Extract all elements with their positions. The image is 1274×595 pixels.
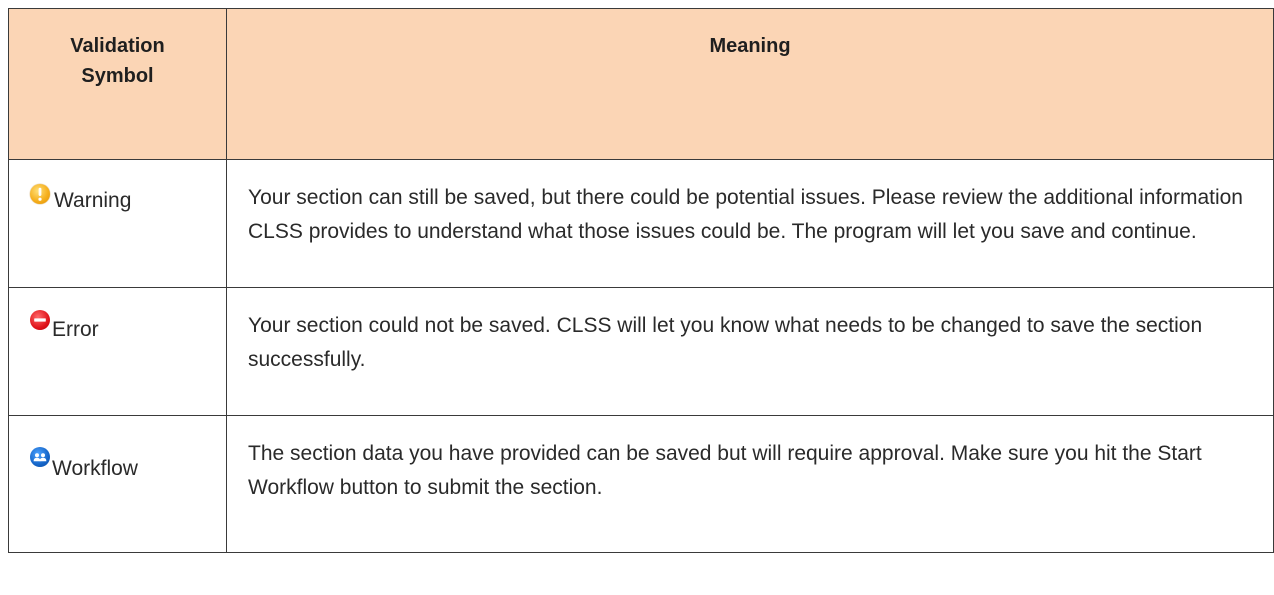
table-header-row: Validation Symbol Meaning: [8, 8, 1274, 160]
symbol-warning: Warning: [30, 184, 131, 213]
header-meaning: Meaning: [226, 8, 1274, 160]
meaning-cell-error: Your section could not be saved. CLSS wi…: [226, 287, 1274, 416]
header-validation-symbol-label: Validation Symbol: [70, 35, 165, 87]
table-row: Warning Your section can still be saved,…: [8, 159, 1274, 288]
error-icon: [30, 310, 50, 330]
symbol-cell-workflow: Workflow: [8, 415, 227, 553]
meaning-text-warning: Your section can still be saved, but the…: [248, 186, 1243, 243]
warning-icon: [30, 184, 50, 204]
symbol-cell-warning: Warning: [8, 159, 227, 288]
symbol-cell-error: Error: [8, 287, 227, 416]
symbol-label-workflow: Workflow: [52, 457, 138, 480]
meaning-cell-warning: Your section can still be saved, but the…: [226, 159, 1274, 288]
meaning-text-error: Your section could not be saved. CLSS wi…: [248, 314, 1203, 371]
header-meaning-label: Meaning: [709, 35, 791, 57]
symbol-label-error: Error: [52, 318, 99, 341]
validation-symbols-table: Validation Symbol Meaning Warning Your s…: [8, 8, 1274, 553]
symbol-error: Error: [30, 310, 99, 342]
header-validation-symbol: Validation Symbol: [8, 8, 227, 160]
workflow-icon: [30, 447, 50, 467]
table-row: Workflow The section data you have provi…: [8, 415, 1274, 553]
symbol-label-warning: Warning: [54, 189, 132, 212]
meaning-cell-workflow: The section data you have provided can b…: [226, 415, 1274, 553]
symbol-workflow: Workflow: [30, 447, 138, 481]
meaning-text-workflow: The section data you have provided can b…: [248, 442, 1202, 499]
table-row: Error Your section could not be saved. C…: [8, 287, 1274, 416]
